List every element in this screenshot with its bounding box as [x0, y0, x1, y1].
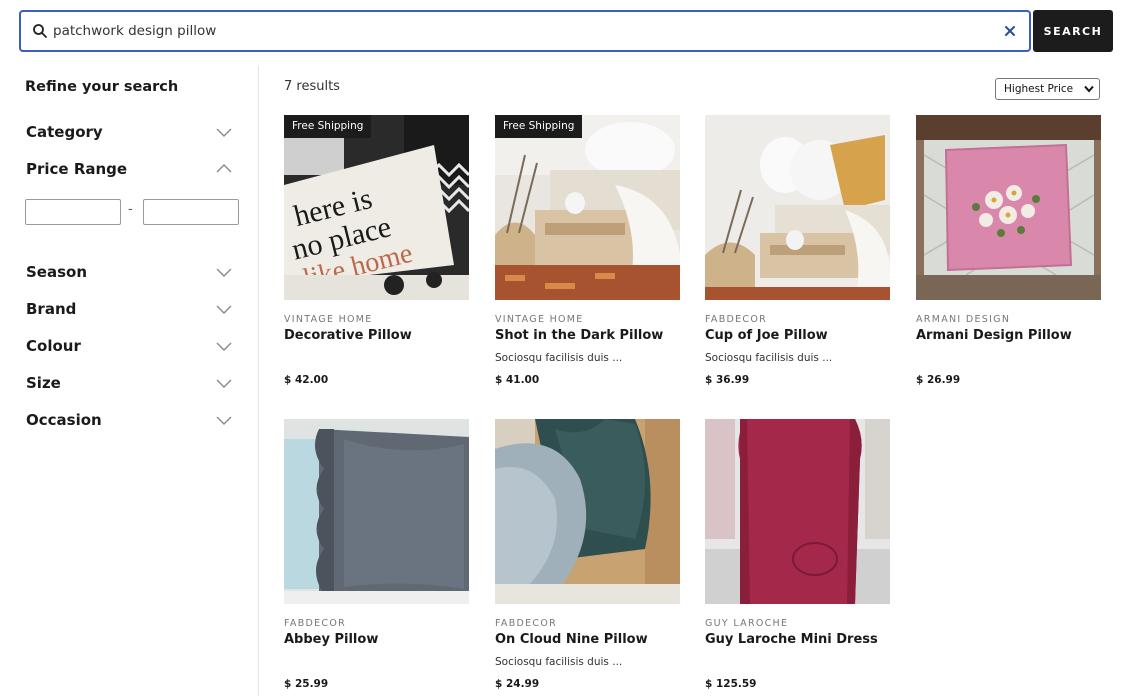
product-name[interactable]: Armani Design Pillow	[916, 328, 1072, 343]
search-input[interactable]	[53, 18, 993, 44]
product-brand: GUY LAROCHE	[705, 618, 789, 629]
product-card[interactable]: FABDECOR Cup of Joe Pillow Sociosqu faci…	[705, 115, 890, 395]
product-price: $ 42.00	[284, 374, 329, 386]
facet-label: Size	[26, 374, 61, 392]
facet-category[interactable]: Category	[26, 121, 236, 145]
price-min-input[interactable]	[25, 199, 121, 225]
facet-season[interactable]: Season	[26, 261, 236, 285]
product-price: $ 25.99	[284, 678, 329, 690]
product-name[interactable]: Shot in the Dark Pillow	[495, 328, 663, 343]
facet-price-range[interactable]: Price Range	[26, 158, 236, 182]
chevron-down-icon	[216, 268, 232, 277]
facet-label: Price Range	[26, 160, 128, 178]
product-brand: FABDECOR	[705, 314, 768, 325]
facet-label: Colour	[26, 337, 81, 355]
facet-occasion[interactable]: Occasion	[26, 409, 236, 433]
product-card[interactable]: GUY LAROCHE Guy Laroche Mini Dress $ 125…	[705, 419, 890, 696]
price-separator: -	[128, 202, 133, 217]
search-button[interactable]: SEARCH	[1033, 10, 1113, 52]
facet-label: Season	[26, 263, 88, 281]
chevron-down-icon	[216, 379, 232, 388]
facet-label: Category	[26, 123, 103, 141]
product-name[interactable]: Decorative Pillow	[284, 328, 412, 343]
search-icon	[33, 24, 47, 38]
product-image: Free Shipping	[495, 115, 680, 300]
clear-search-icon[interactable]	[1003, 24, 1017, 38]
product-price: $ 26.99	[916, 374, 961, 386]
product-brand: FABDECOR	[284, 618, 347, 629]
product-price: $ 41.00	[495, 374, 540, 386]
price-max-input[interactable]	[143, 199, 239, 225]
product-image	[284, 419, 469, 604]
product-brand: ARMANI DESIGN	[916, 314, 1011, 325]
product-description: Sociosqu facilisis duis ...	[495, 656, 623, 668]
chevron-down-icon	[216, 128, 232, 137]
product-image: here is no place like home Free Shipping	[284, 115, 469, 300]
product-card[interactable]: here is no place like home Free Shipping…	[284, 115, 469, 395]
free-shipping-badge: Free Shipping	[495, 115, 583, 138]
facet-label: Occasion	[26, 411, 102, 429]
product-card[interactable]: FABDECOR On Cloud Nine Pillow Sociosqu f…	[495, 419, 680, 696]
facet-brand[interactable]: Brand	[26, 298, 236, 322]
sort-value: Highest Price	[1004, 83, 1074, 95]
product-price: $ 24.99	[495, 678, 540, 690]
search-bar	[19, 10, 1031, 52]
product-card[interactable]: Free Shipping VINTAGE HOME Shot in the D…	[495, 115, 680, 395]
product-image	[916, 115, 1101, 300]
product-brand: FABDECOR	[495, 618, 558, 629]
facet-colour[interactable]: Colour	[26, 335, 236, 359]
free-shipping-badge: Free Shipping	[284, 115, 372, 138]
product-name[interactable]: Cup of Joe Pillow	[705, 328, 828, 343]
results-count: 7 results	[284, 79, 340, 94]
product-name[interactable]: Guy Laroche Mini Dress	[705, 632, 878, 647]
product-card[interactable]: ARMANI DESIGN Armani Design Pillow $ 26.…	[916, 115, 1101, 395]
product-price: $ 36.99	[705, 374, 750, 386]
product-card[interactable]: FABDECOR Abbey Pillow $ 25.99	[284, 419, 469, 696]
facet-label: Brand	[26, 300, 77, 318]
product-name[interactable]: Abbey Pillow	[284, 632, 378, 647]
chevron-down-icon	[216, 416, 232, 425]
chevron-down-icon	[1084, 85, 1094, 93]
product-image	[495, 419, 680, 604]
product-brand: VINTAGE HOME	[495, 314, 584, 325]
facet-size[interactable]: Size	[26, 372, 236, 396]
sidebar-divider	[258, 66, 259, 696]
sort-select[interactable]: Highest Price	[995, 78, 1100, 100]
chevron-up-icon	[216, 164, 232, 173]
product-description: Sociosqu facilisis duis ...	[705, 352, 833, 364]
chevron-down-icon	[216, 342, 232, 351]
product-description: Sociosqu facilisis duis ...	[495, 352, 623, 364]
product-name[interactable]: On Cloud Nine Pillow	[495, 632, 648, 647]
product-image	[705, 115, 890, 300]
refine-title: Refine your search	[25, 79, 179, 95]
product-price: $ 125.59	[705, 678, 757, 690]
chevron-down-icon	[216, 305, 232, 314]
product-brand: VINTAGE HOME	[284, 314, 373, 325]
product-image	[705, 419, 890, 604]
